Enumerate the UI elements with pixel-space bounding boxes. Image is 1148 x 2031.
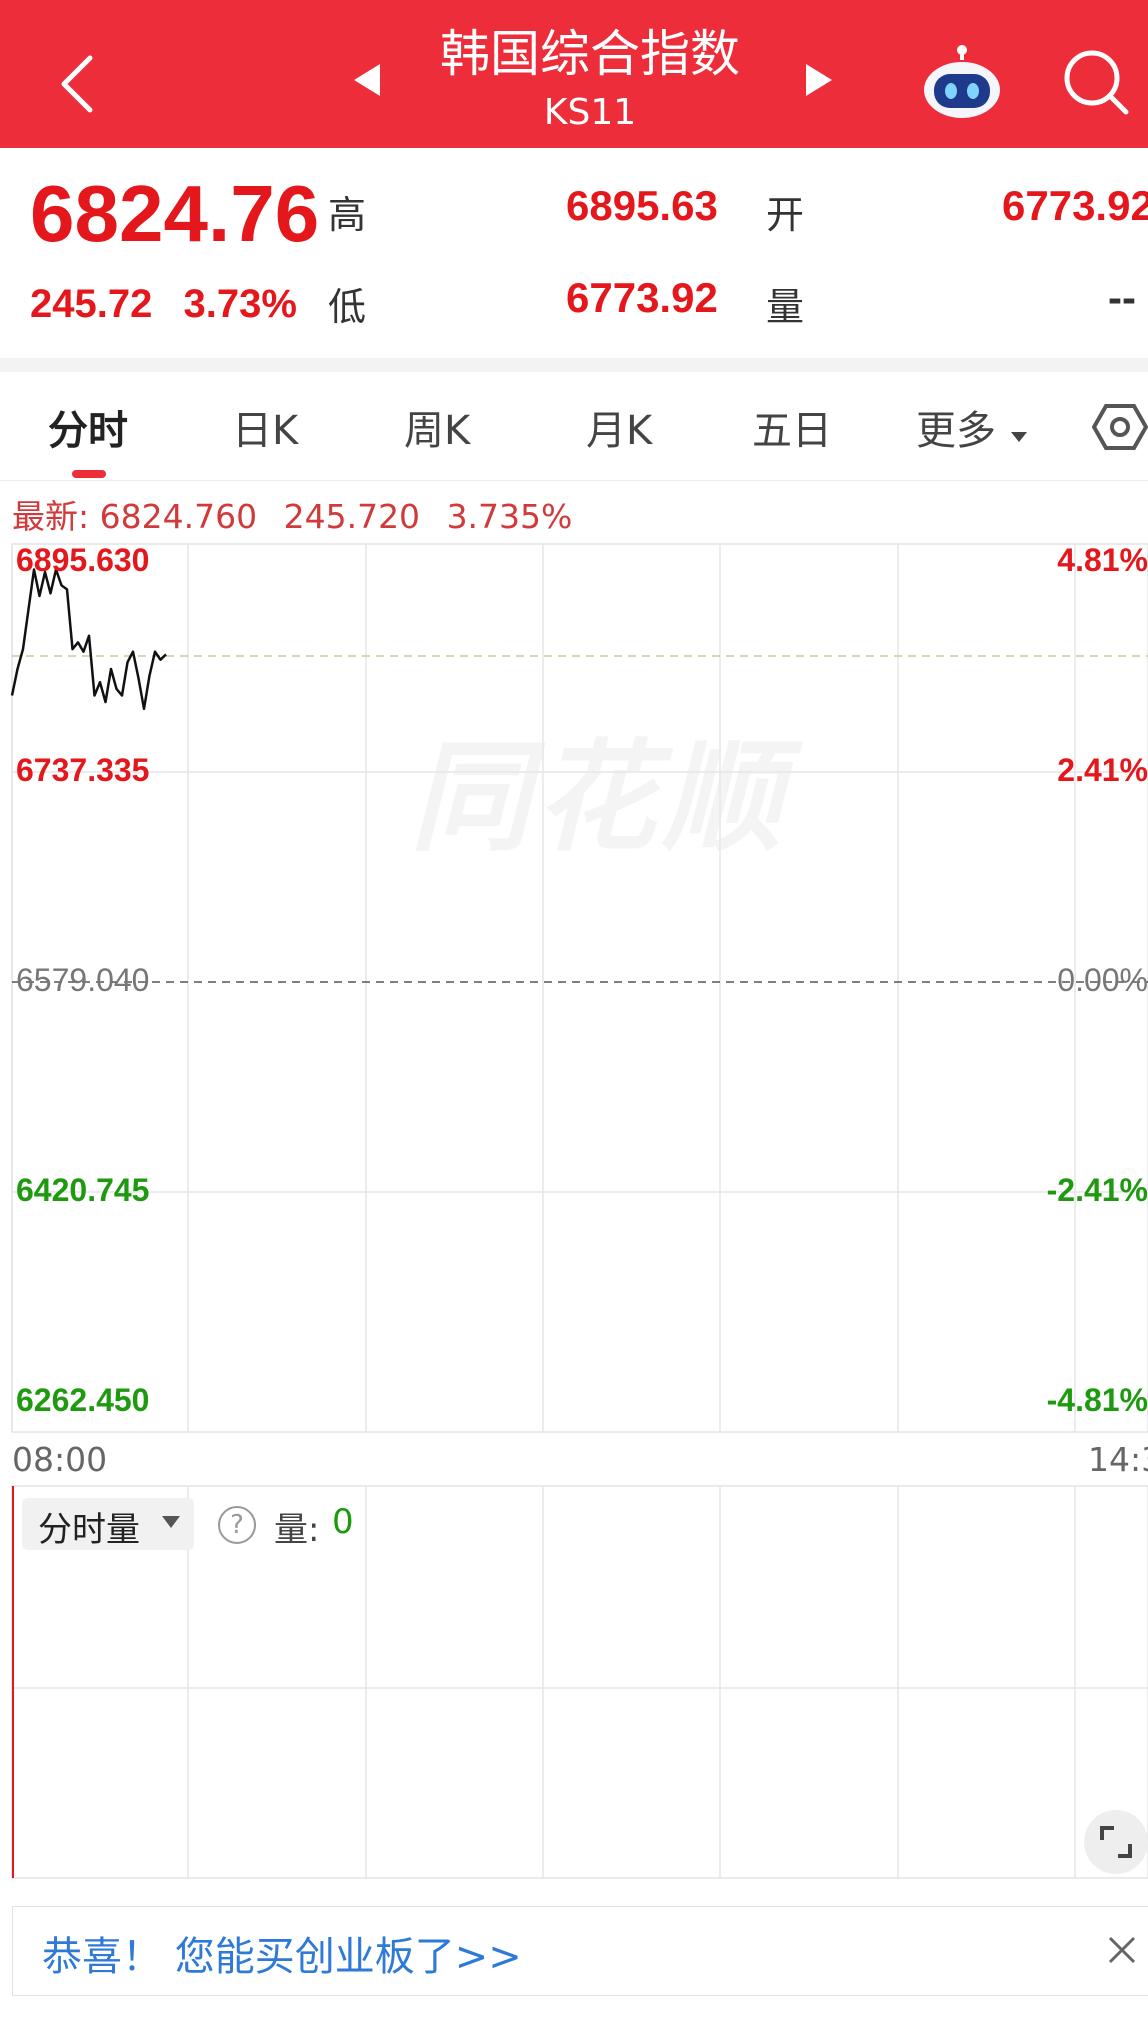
open-value: 6773.92	[1002, 182, 1148, 229]
index-code: KS11	[543, 92, 637, 133]
chart-grid	[11, 543, 1148, 1433]
y-axis-percent-label: -4.81%	[1046, 1382, 1148, 1418]
y-axis-price-label: 6579.040	[16, 962, 150, 998]
page-title: 韩国综合指数	[440, 25, 740, 83]
tab-five-day[interactable]: 五日	[752, 398, 832, 456]
chart-frame	[11, 543, 1148, 1433]
active-tab-indicator	[72, 470, 106, 478]
chart-lines	[10, 568, 167, 711]
y-axis-price-label: 6420.745	[16, 1172, 150, 1208]
volume-value: --	[1108, 274, 1136, 321]
caret-down-icon	[1010, 432, 1027, 442]
tab-daily-k[interactable]: 日K	[232, 398, 298, 456]
latest-price: 6824.760	[99, 497, 258, 536]
close-icon[interactable]	[1104, 1932, 1140, 1968]
last-price: 6824.76	[30, 169, 320, 258]
tab-more[interactable]: 更多	[916, 398, 1029, 456]
tab-intraday[interactable]: 分时	[48, 398, 128, 456]
expand-icon	[1100, 1826, 1132, 1858]
latest-change: 245.720	[283, 497, 421, 536]
help-icon[interactable]: ?	[218, 1506, 256, 1544]
intraday-chart[interactable]	[0, 540, 1148, 1440]
volume-amount: 0	[332, 1502, 354, 1542]
volume-caption: 量:	[274, 1510, 320, 1550]
volume-type-label: 分时量	[38, 1510, 140, 1550]
divider	[0, 358, 1148, 372]
tab-monthly-k[interactable]: 月K	[586, 398, 652, 456]
promo-banner-text[interactable]: 恭喜！ 您能买创业板了>>	[42, 1924, 522, 1982]
high-label: 高	[328, 193, 367, 237]
y-axis-price-label: 6895.630	[16, 542, 150, 578]
y-axis-percent-label: 2.41%	[1057, 752, 1148, 788]
robot-assistant-icon[interactable]	[920, 44, 1004, 122]
latest-percent: 3.735%	[446, 497, 573, 536]
y-axis-percent-label: 4.81%	[1057, 542, 1148, 578]
tab-weekly-k[interactable]: 周K	[404, 398, 470, 456]
fullscreen-button[interactable]	[1084, 1810, 1148, 1874]
next-index-icon[interactable]	[802, 60, 836, 100]
x-axis-end-label: 14:30	[1088, 1440, 1148, 1479]
search-icon[interactable]	[1058, 44, 1134, 120]
open-label: 开	[766, 193, 805, 237]
latest-prefix: 最新:	[12, 497, 90, 536]
settings-icon[interactable]	[1092, 402, 1148, 452]
price-series-line	[10, 568, 167, 711]
change-amount: 245.72	[30, 282, 153, 326]
latest-quote-line: 最新: 6824.760 245.720 3.735%	[12, 490, 572, 538]
x-axis-start-label: 08:00	[12, 1440, 108, 1479]
tab-more-label: 更多	[916, 408, 996, 454]
y-axis-percent-label: -2.41%	[1046, 1172, 1148, 1208]
low-label: 低	[328, 285, 367, 329]
y-axis-price-label: 6737.335	[16, 752, 150, 788]
high-value: 6895.63	[566, 182, 718, 229]
chevron-down-icon	[162, 1516, 180, 1528]
previous-index-icon[interactable]	[350, 60, 384, 100]
y-axis-percent-label: 0.00%	[1057, 962, 1148, 998]
volume-label: 量	[766, 285, 805, 329]
change-percent: 3.73%	[183, 282, 297, 326]
back-icon[interactable]	[50, 48, 110, 120]
y-axis-price-label: 6262.450	[16, 1382, 150, 1418]
low-value: 6773.92	[566, 274, 718, 321]
price-change: 245.72 3.73%	[30, 282, 297, 327]
header-bar: 韩国综合指数 KS11	[0, 0, 1148, 148]
